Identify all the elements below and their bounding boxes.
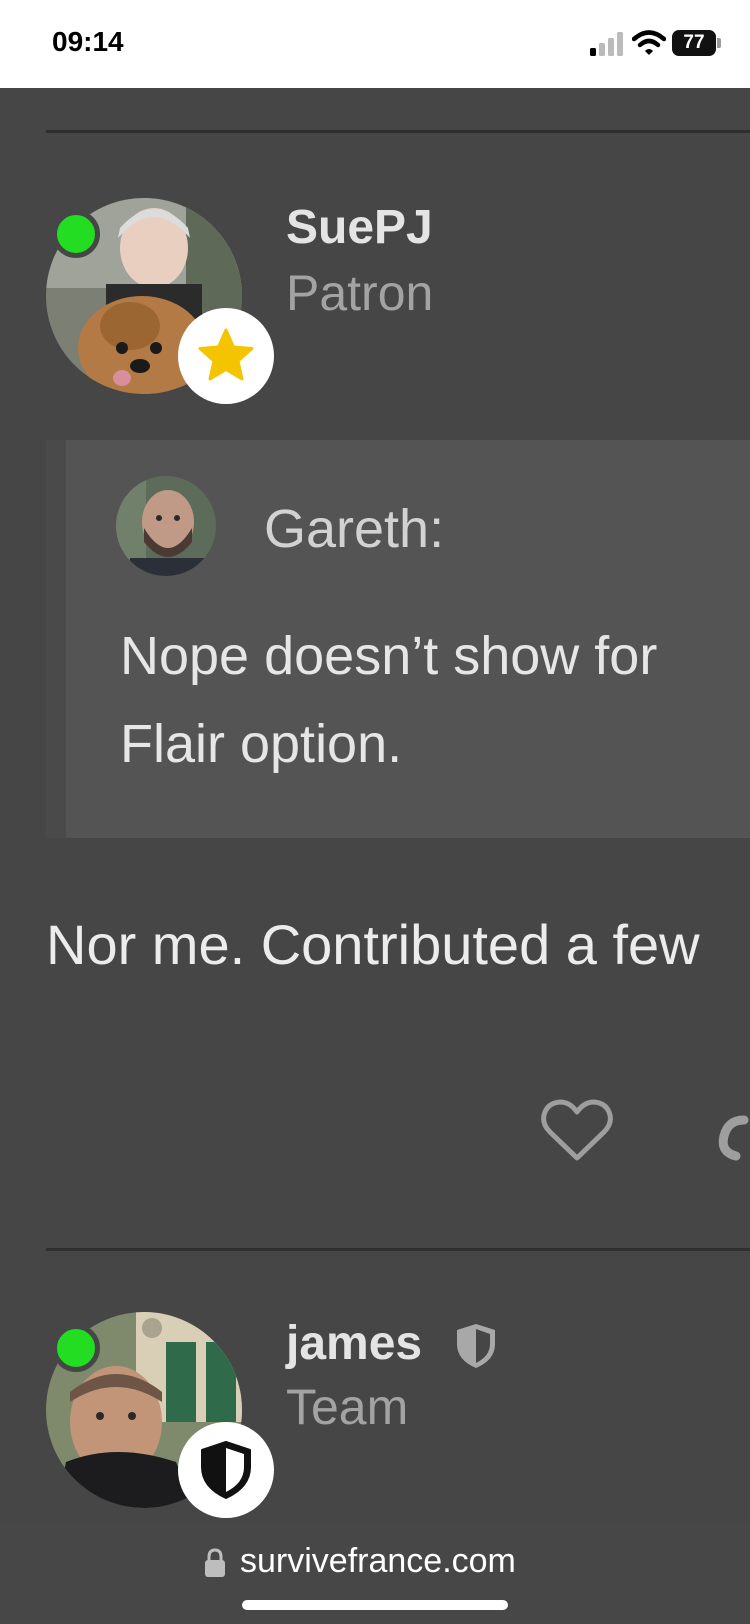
post-body-text: Nor me. Contributed a few [46,913,700,976]
online-status-dot [52,210,100,258]
battery-level: 77 [672,30,716,56]
quote-avatar[interactable] [116,476,216,576]
post-username[interactable]: james [286,1316,422,1371]
url-text[interactable]: survivefrance.com [240,1542,516,1581]
post-user-title: Patron [286,265,434,321]
patron-badge [178,308,274,404]
shield-icon [201,1441,251,1499]
status-time: 09:14 [52,26,124,57]
quote-avatar-photo-icon [116,476,216,576]
battery-icon: 77 [672,30,722,56]
post-divider [46,1248,750,1251]
quote-line-2: Flair option. [120,714,403,774]
post-user-title: Team [286,1379,409,1435]
browser-url-bar[interactable]: survivefrance.com [0,1522,750,1624]
user-avatar-suepj[interactable] [46,198,276,408]
signal-icon [590,32,623,56]
team-badge [178,1422,274,1518]
battery-cap [717,38,721,48]
link-icon[interactable] [714,1100,750,1170]
post-divider [46,130,750,133]
quote-author: Gareth: [264,499,445,559]
quote-bar [46,440,66,838]
quote-text: Nope doesn’t show for Flair option. [120,612,750,788]
like-icon[interactable] [540,1098,614,1164]
user-avatar-james[interactable] [46,1312,276,1522]
wifi-icon [632,30,666,55]
home-indicator[interactable] [242,1600,508,1610]
quote-line-1: Nope doesn’t show for [120,626,658,686]
star-icon [198,328,254,381]
status-bar: 09:14 77 [0,0,750,88]
moderator-shield-icon [457,1324,495,1368]
online-status-dot [52,1324,100,1372]
post-username[interactable]: SuePJ [286,200,433,255]
quote-block[interactable]: Gareth: Nope doesn’t show for Flair opti… [46,440,750,838]
lock-icon [205,1548,225,1577]
